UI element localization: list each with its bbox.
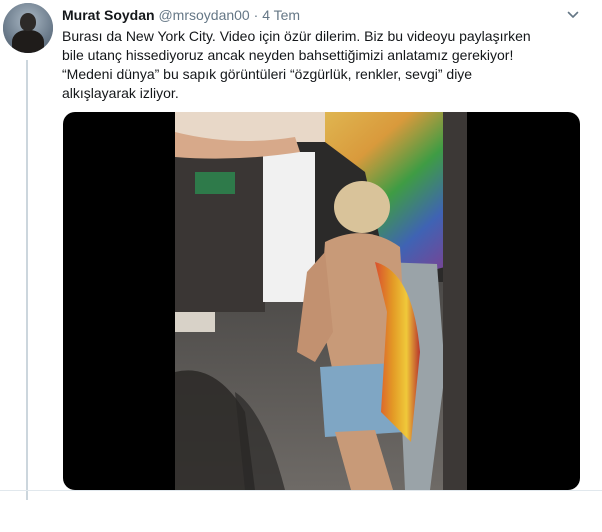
- timestamp[interactable]: 4 Tem: [262, 7, 300, 23]
- video-still: [175, 112, 467, 490]
- thread-line: [26, 60, 28, 500]
- tweet-text-line: alkışlayarak izliyor.: [62, 85, 179, 101]
- tweet-text-line: “Medeni dünya” bu sapık görüntüleri “özg…: [62, 66, 473, 82]
- separator: ·: [253, 7, 259, 23]
- video-frame[interactable]: [175, 112, 467, 490]
- tweet-text: Burası da New York City. Video için özür…: [62, 27, 584, 103]
- tweet[interactable]: Murat Soydan @mrsoydan00 · 4 Tem Burası …: [0, 0, 602, 532]
- tweet-text-line: Burası da New York City. Video için özür…: [62, 28, 531, 44]
- divider: [0, 490, 602, 491]
- tweet-text-line: bile utanç hissediyoruz ancak neyden bah…: [62, 47, 514, 63]
- avatar[interactable]: [3, 3, 53, 53]
- author-name[interactable]: Murat Soydan: [62, 7, 155, 23]
- video-player[interactable]: [63, 112, 580, 490]
- author-handle[interactable]: @mrsoydan00: [158, 7, 249, 23]
- chevron-down-icon[interactable]: [567, 9, 579, 21]
- tweet-header: Murat Soydan @mrsoydan00 · 4 Tem: [62, 6, 562, 24]
